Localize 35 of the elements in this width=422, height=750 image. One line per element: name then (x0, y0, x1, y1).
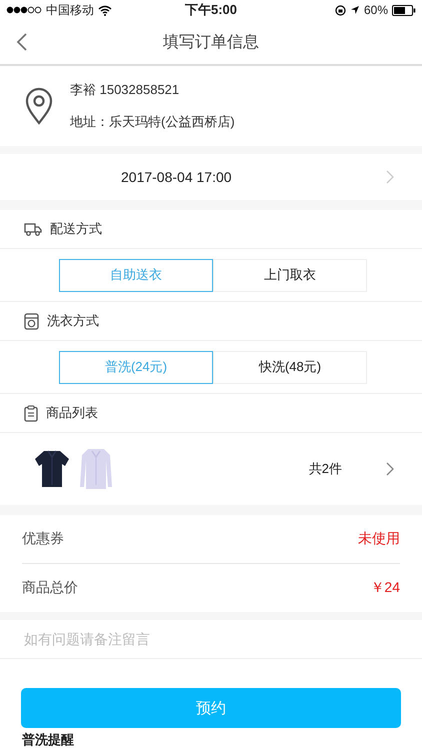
wifi-icon (98, 4, 112, 16)
summary-label: 商品总价 (22, 579, 78, 597)
note-input[interactable]: 如有问题请备注留言 (22, 630, 400, 648)
back-icon (16, 32, 28, 52)
option-button[interactable]: 快洗(48元) (213, 350, 367, 384)
section-title: 洗衣方式 (47, 312, 99, 330)
goods-row[interactable]: 共2件 (0, 433, 422, 505)
date-text: 2017-08-04 17:00 (121, 169, 232, 185)
address-card[interactable]: 李裕 15032858521 地址：乐天玛特(公益西桥店) (0, 66, 422, 146)
carrier: 中国移动 (46, 2, 94, 18)
section-heading: 普洗提醒 (22, 731, 74, 749)
page-title: 填写订单信息 (163, 32, 259, 52)
option-button[interactable]: 上门取衣 (213, 258, 367, 292)
section-title: 配送方式 (50, 220, 102, 238)
chevron-right-icon (386, 170, 394, 184)
summary-value: ￥24 (370, 579, 400, 597)
rotation-lock-icon (334, 4, 346, 16)
address-text: 地址：乐天玛特(公益西桥店) (70, 113, 235, 131)
contact-text: 李裕 15032858521 (70, 81, 180, 99)
location-arrow-icon (350, 5, 360, 15)
note-field[interactable]: 如有问题请备注留言 (0, 620, 422, 658)
status-time: 下午5:00 (184, 1, 238, 19)
location-pin-icon (24, 87, 54, 125)
item-count: 共2件 (308, 460, 342, 478)
date-selector[interactable]: 2017-08-04 17:00 (0, 154, 422, 200)
summary-value: 未使用 (358, 530, 400, 548)
battery-percent: 60% (364, 3, 388, 17)
washing-machine-icon (24, 312, 39, 330)
section-title: 商品列表 (46, 404, 98, 422)
truck-icon (24, 222, 42, 236)
summary-label: 优惠券 (22, 530, 64, 548)
battery-icon (392, 4, 416, 16)
chevron-right-icon (386, 462, 394, 476)
clipboard-icon (24, 404, 38, 422)
signal-icon (6, 6, 42, 14)
